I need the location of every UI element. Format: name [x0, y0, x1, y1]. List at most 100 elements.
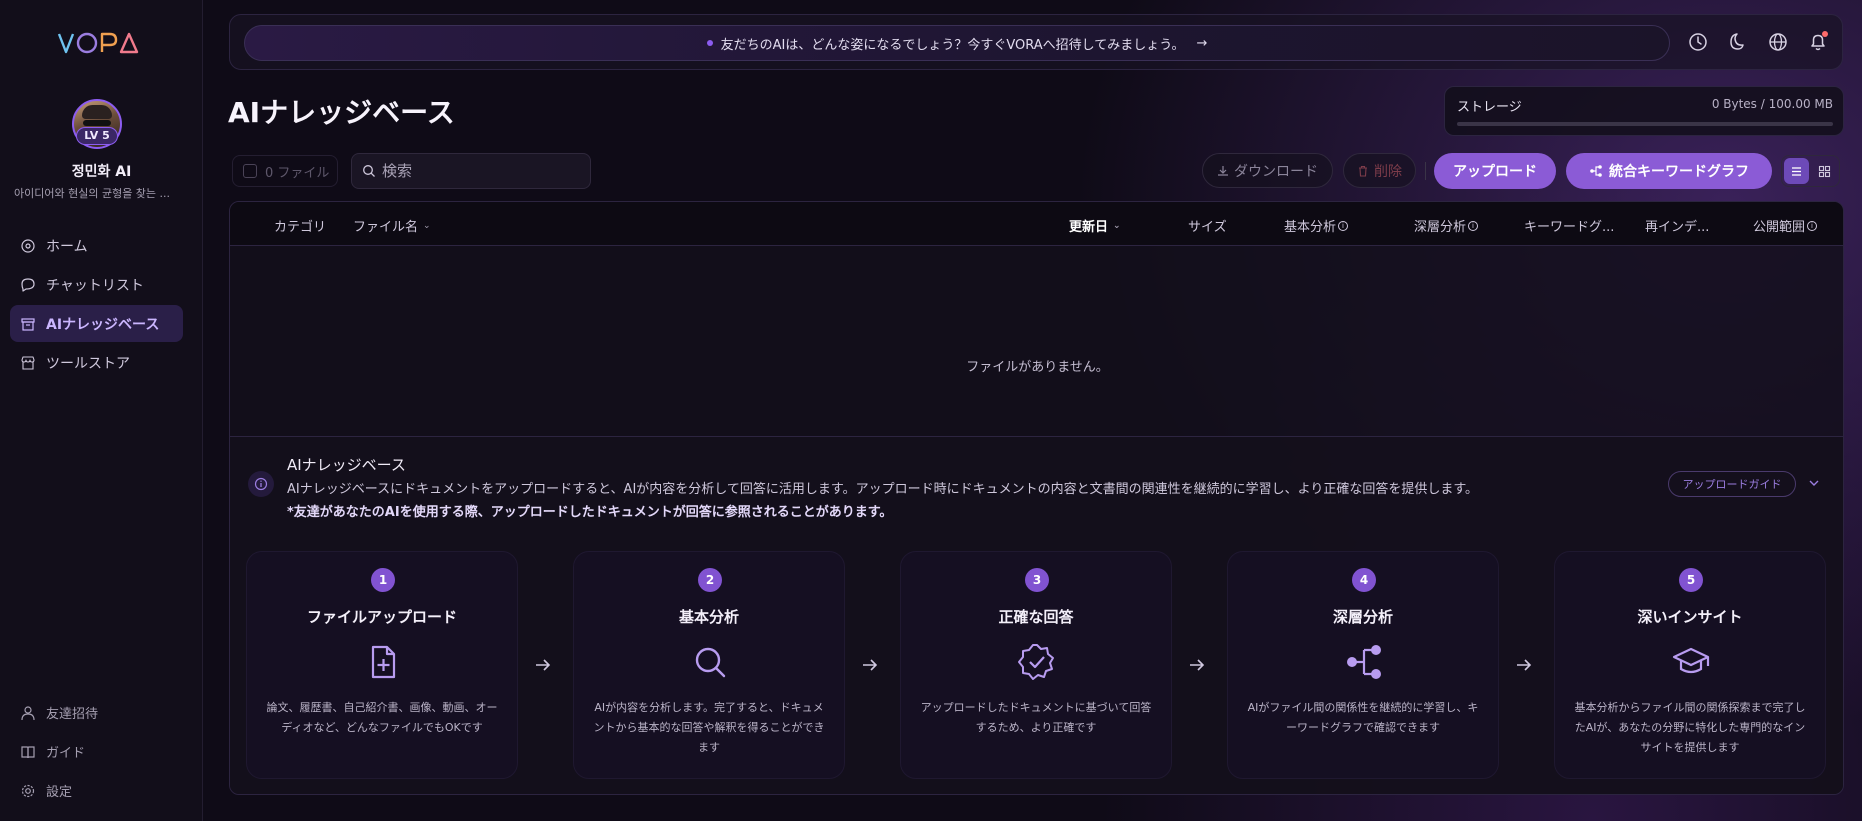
file-count-label: 0 ファイル	[265, 165, 330, 181]
chevron-down-icon	[1809, 480, 1819, 486]
sidebar-item-label: 友達招待	[46, 707, 99, 722]
delete-button[interactable]: 削除	[1343, 153, 1416, 188]
knowledge-base-info: AIナレッジベース AIナレッジベースにドキュメントをアップロードすると、AIが…	[230, 436, 1843, 794]
arrow-right-icon	[863, 659, 878, 671]
sidebar-item-label: チャットリスト	[46, 277, 144, 294]
column-scope-label: 公開範囲	[1753, 220, 1806, 235]
arrow-right-icon: →	[1196, 35, 1208, 51]
user-bio: 아이디어와 현실의 균형을 찾는 ...	[14, 187, 171, 200]
sidebar-item-chatlist[interactable]: チャットリスト	[10, 266, 183, 303]
chat-icon	[21, 277, 35, 292]
download-button[interactable]: ダウンロード	[1202, 153, 1333, 188]
upload-guide-button[interactable]: アップロードガイド	[1668, 471, 1796, 497]
sidebar-item-knowledge-base[interactable]: AIナレッジベース	[10, 305, 183, 342]
info-icon[interactable]: i	[1338, 220, 1349, 231]
list-icon	[1792, 166, 1801, 176]
column-deep-label: 深層分析	[1414, 220, 1467, 235]
step-title: 正確な回答	[998, 608, 1074, 626]
top-bar: 友だちのAIは、どんな姿になるでしょう？今すぐVORAへ招待してみましょう。 →	[229, 14, 1843, 70]
column-filename[interactable]: ファイル名 ⌄	[353, 216, 431, 235]
step-card: 2 基本分析 AIが内容を分析します。完了すると、ドキュメントから基本的な回答や…	[573, 551, 845, 779]
sidebar-item-invite[interactable]: 友達招待	[10, 694, 183, 731]
search-icon	[363, 165, 375, 177]
info-icon[interactable]: i	[1807, 220, 1818, 231]
delete-label: 削除	[1374, 163, 1402, 180]
column-reindex: 再インデ...	[1645, 216, 1709, 235]
step-title: ファイルアップロード	[306, 608, 457, 626]
select-all-checkbox[interactable]	[243, 164, 257, 178]
sidebar-item-home[interactable]: ホーム	[10, 227, 183, 264]
search-box	[351, 153, 591, 189]
archive-icon	[21, 317, 35, 331]
search-input[interactable]	[382, 162, 582, 180]
chevron-down-icon: ⌄	[1113, 220, 1121, 231]
column-deep-analysis: 深層分析 i	[1414, 216, 1479, 235]
column-filename-label: ファイル名	[353, 220, 419, 235]
list-view-button[interactable]	[1784, 158, 1809, 184]
column-updated[interactable]: 更新日 ⌄	[1069, 216, 1121, 235]
badge-check-icon	[1018, 644, 1054, 680]
step-title: 深層分析	[1332, 608, 1393, 626]
theme-toggle-button[interactable]	[1726, 28, 1750, 56]
sidebar-item-settings[interactable]: 設定	[10, 772, 183, 809]
storage-widget: ストレージ 0 Bytes / 100.00 MB	[1444, 86, 1844, 136]
info-icon[interactable]: i	[1468, 220, 1479, 231]
toolbar-divider	[1425, 162, 1426, 180]
arrow-right-icon	[536, 659, 551, 671]
sidebar-item-label: ツールストア	[46, 355, 130, 372]
download-icon	[1218, 165, 1228, 176]
steps-row: 1 ファイルアップロード 論文、履歴書、自己紹介書、画像、動画、オーディオなど、…	[246, 551, 1826, 779]
column-keyword-graph: キーワードグ...	[1524, 216, 1614, 235]
trash-icon	[1359, 165, 1367, 177]
avatar[interactable]: LV 5	[72, 99, 122, 149]
arrow-right-icon	[1517, 659, 1532, 671]
level-badge: LV 5	[76, 127, 118, 145]
collapse-button[interactable]	[1804, 473, 1824, 493]
sidebar-bottom-nav: 友達招待 ガイド 設定	[10, 694, 183, 811]
file-table: カテゴリ ファイル名 ⌄ 更新日 ⌄ サイズ 基本分析 i 深層分析 i キーワードグ.…	[229, 201, 1844, 795]
share-icon	[1590, 165, 1602, 177]
upload-button[interactable]: アップロード	[1434, 153, 1556, 189]
column-category: カテゴリ	[274, 216, 326, 235]
clock-icon	[1689, 33, 1707, 51]
sidebar-item-label: 設定	[46, 785, 73, 800]
invite-banner[interactable]: 友だちのAIは、どんな姿になるでしょう？今すぐVORAへ招待してみましょう。 →	[244, 25, 1670, 61]
step-title: 深いインサイト	[1637, 608, 1743, 626]
view-toggle	[1781, 155, 1840, 187]
step-number: 1	[371, 568, 395, 592]
moon-icon	[1730, 33, 1744, 50]
column-size: サイズ	[1188, 216, 1227, 235]
page-title: AIナレッジベース	[228, 96, 455, 129]
sidebar-item-toolstore[interactable]: ツールストア	[10, 344, 183, 381]
notifications-button[interactable]	[1806, 28, 1830, 56]
storage-label: ストレージ	[1457, 100, 1522, 115]
vora-logo[interactable]	[57, 30, 139, 56]
arrow-right-icon	[1190, 659, 1205, 671]
column-size-label: サイズ	[1188, 220, 1227, 235]
sidebar-item-guide[interactable]: ガイド	[10, 733, 183, 770]
download-label: ダウンロード	[1234, 163, 1318, 180]
file-plus-icon	[371, 645, 396, 679]
step-card: 5 深いインサイト 基本分析からファイル間の関係探索まで完了したAIが、あなたの…	[1554, 551, 1826, 779]
language-button[interactable]	[1766, 28, 1790, 56]
column-reindex-label: 再インデ...	[1645, 220, 1710, 235]
column-keyword-label: キーワードグ...	[1524, 220, 1615, 235]
info-description: AIナレッジベースにドキュメントをアップロードすると、AIが内容を分析して回答に…	[287, 482, 1479, 497]
keyword-graph-button[interactable]: 統合キーワードグラフ	[1566, 153, 1772, 189]
history-button[interactable]	[1686, 28, 1710, 56]
gear-icon	[21, 784, 35, 797]
empty-state-text: ファイルがありません。	[966, 360, 1109, 375]
table-header: カテゴリ ファイル名 ⌄ 更新日 ⌄ サイズ 基本分析 i 深層分析 i キーワードグ.…	[230, 202, 1843, 246]
info-note: *友達があなたのAIを使用する際、アップロードしたドキュメントが回答に参照される…	[287, 505, 893, 520]
step-description: アップロードしたドキュメントに基づいて回答するため、より正確です	[920, 701, 1152, 734]
column-basic-label: 基本分析	[1284, 220, 1337, 235]
storage-value: 0 Bytes / 100.00 MB	[1711, 97, 1833, 111]
step-number: 2	[698, 568, 722, 592]
grid-icon	[1818, 165, 1831, 177]
column-scope: 公開範囲 i	[1753, 216, 1818, 235]
globe-icon	[1769, 33, 1787, 51]
banner-text: 友だちのAIは、どんな姿になるでしょう？今すぐVORAへ招待してみましょう。	[720, 37, 1185, 53]
step-card: 1 ファイルアップロード 論文、履歴書、自己紹介書、画像、動画、オーディオなど、…	[246, 551, 518, 779]
select-all-files[interactable]: 0 ファイル	[232, 155, 338, 187]
grid-view-button[interactable]	[1812, 158, 1837, 184]
